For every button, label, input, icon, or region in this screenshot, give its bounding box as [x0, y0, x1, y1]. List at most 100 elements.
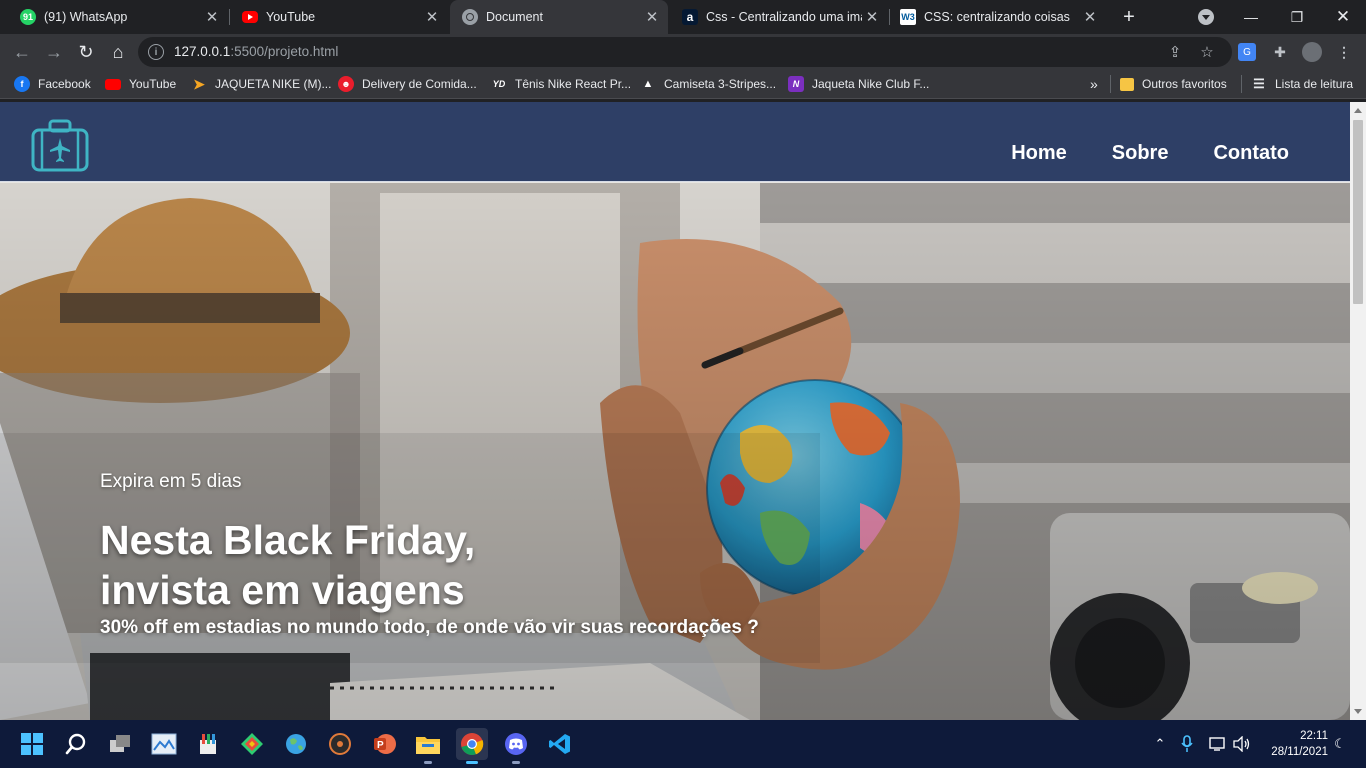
search-icon[interactable] [60, 728, 92, 760]
chrome-icon[interactable] [456, 728, 488, 764]
hero-banner: Expira em 5 dias Nesta Black Friday, inv… [0, 183, 1350, 720]
photos-icon[interactable] [148, 728, 180, 760]
bookmark-divider [1110, 75, 1111, 93]
scroll-up-arrow-icon[interactable] [1354, 108, 1362, 113]
bookmark-youtube[interactable]: YouTube [105, 75, 176, 93]
close-icon[interactable]: ✕ [202, 7, 222, 27]
clock-time: 22:11 [1300, 730, 1328, 742]
suitcase-plane-icon[interactable] [30, 118, 90, 172]
extensions-puzzle-icon[interactable]: ✚ [1270, 42, 1290, 62]
bookmark-camiseta[interactable]: ▲ Camiseta 3-Stripes... [640, 75, 777, 93]
w3c-icon: W3 [900, 9, 916, 25]
close-icon[interactable]: ✕ [1080, 7, 1100, 27]
microphone-icon[interactable] [1177, 734, 1197, 754]
menu-kebab-icon[interactable]: ⋮ [1334, 42, 1354, 62]
bookmark-jaqueta-club[interactable]: N Jaqueta Nike Club F... [788, 75, 929, 93]
close-icon[interactable]: ✕ [422, 7, 442, 27]
maximize-button[interactable]: ❐ [1274, 0, 1320, 34]
folder-icon [1120, 77, 1134, 91]
site-info-icon[interactable]: i [148, 44, 164, 60]
tab-strip: 91 (91) WhatsApp ✕ YouTube ✕ Document ✕ … [0, 0, 1366, 34]
tab-title: YouTube [266, 10, 316, 24]
nav-contato-link[interactable]: Contato [1213, 142, 1289, 165]
bookmark-label: Tênis Nike React Pr... [515, 77, 632, 91]
file-explorer-icon[interactable] [412, 728, 444, 764]
volume-icon[interactable] [1232, 734, 1252, 754]
forward-arrow-icon[interactable]: → [42, 40, 66, 64]
reload-icon[interactable]: ↻ [74, 40, 98, 64]
close-icon[interactable]: ✕ [862, 7, 882, 27]
back-arrow-icon[interactable]: ← [10, 40, 34, 64]
bookmark-label: Facebook [38, 77, 91, 91]
bookmark-tenis[interactable]: YD Tênis Nike React Pr... [491, 75, 631, 93]
bookmark-jaqueta[interactable]: ➤ JAQUETA NIKE (M)... [191, 75, 331, 93]
vscode-icon[interactable] [544, 728, 576, 760]
bookmarks-overflow-button[interactable]: » [1090, 75, 1098, 93]
nav-home-link[interactable]: Home [1011, 142, 1067, 165]
hero-kicker: Expira em 5 dias [100, 471, 242, 492]
site-header: Home Sobre Contato [0, 102, 1350, 182]
bookmark-label: YouTube [129, 77, 177, 91]
window-close-button[interactable]: ✕ [1320, 0, 1366, 34]
tab-alura[interactable]: a Css - Centralizando uma imag ✕ [670, 0, 888, 34]
browser-toolbar: ← → ↻ ⌂ i 127.0.0.1:5500/projeto.html ⇪ … [0, 34, 1366, 70]
bookmark-label: Outros favoritos [1142, 77, 1227, 91]
tab-youtube[interactable]: YouTube ✕ [230, 0, 448, 34]
youtube-icon [105, 78, 121, 90]
google-translate-icon[interactable]: G [1238, 43, 1256, 61]
tab-document[interactable]: Document ✕ [450, 0, 668, 34]
bookmark-label: Lista de leitura [1275, 77, 1354, 91]
profile-avatar[interactable] [1302, 42, 1322, 62]
bookmark-facebook[interactable]: f Facebook [14, 75, 91, 93]
globe-icon [462, 9, 478, 25]
hero-photo [0, 183, 1350, 720]
close-icon[interactable]: ✕ [642, 7, 662, 27]
bookmark-other-favorites[interactable]: Outros favoritos [1120, 75, 1227, 93]
start-icon[interactable] [16, 728, 48, 760]
tray-overflow-chevron-icon[interactable]: ⌃ [1150, 734, 1170, 754]
url-text[interactable]: 127.0.0.1:5500/projeto.html [174, 44, 338, 59]
hero-headline-line1: Nesta Black Friday, [100, 517, 476, 563]
alura-icon: a [682, 9, 698, 25]
share-icon[interactable]: ⇪ [1166, 43, 1184, 61]
tab-w3c[interactable]: W3 CSS: centralizando coisas ✕ [888, 0, 1106, 34]
powerpoint-icon[interactable]: P [368, 728, 400, 760]
bookmark-delivery[interactable]: ☻ Delivery de Comida... [338, 75, 477, 93]
discord-icon[interactable] [500, 728, 532, 764]
bookmark-star-icon[interactable]: ☆ [1198, 43, 1216, 61]
bookmark-label: JAQUETA NIKE (M)... [215, 77, 332, 91]
home-icon[interactable]: ⌂ [106, 40, 130, 64]
bookmarks-bar: f Facebook YouTube ➤ JAQUETA NIKE (M)...… [0, 70, 1366, 99]
adidas-icon: ▲ [642, 78, 654, 90]
hero-headline-line2: invista em viagens [100, 567, 465, 613]
tab-title: Css - Centralizando uma imag [706, 10, 862, 24]
tab-search-icon[interactable] [1198, 9, 1214, 25]
nav-sobre-link[interactable]: Sobre [1112, 142, 1169, 165]
hero-headline: Nesta Black Friday, invista em viagens [100, 515, 600, 615]
svg-text:P: P [377, 740, 384, 751]
tab-title: (91) WhatsApp [44, 10, 128, 24]
bookmark-label: Camiseta 3-Stripes... [664, 77, 777, 91]
system-clock[interactable]: 22:11 28/11/2021 [1262, 728, 1328, 760]
bookmark-label: Jaqueta Nike Club F... [812, 77, 930, 91]
address-bar[interactable]: i 127.0.0.1:5500/projeto.html ⇪ ☆ [138, 37, 1232, 67]
site-nav: Home Sobre Contato [1011, 102, 1350, 182]
scroll-down-arrow-icon[interactable] [1354, 709, 1362, 714]
tab-whatsapp[interactable]: 91 (91) WhatsApp ✕ [8, 0, 228, 34]
youtube-icon [242, 11, 258, 23]
scroll-thumb[interactable] [1353, 120, 1363, 304]
globe-app-icon[interactable] [280, 728, 312, 760]
network-display-icon[interactable] [1208, 734, 1228, 754]
paint-icon[interactable] [192, 728, 224, 760]
minimize-button[interactable]: — [1228, 0, 1274, 34]
task-view-icon[interactable] [104, 728, 136, 760]
page-scrollbar[interactable] [1350, 102, 1366, 720]
ifood-icon: ☻ [338, 76, 354, 92]
git-icon[interactable] [236, 728, 268, 760]
windows-taskbar: P ⌃ 22:11 28/11/2021 ☾ [0, 720, 1366, 768]
new-tab-button[interactable]: + [1116, 4, 1142, 30]
focus-moon-icon[interactable]: ☾ [1330, 734, 1350, 754]
bookmark-reading-list[interactable]: ☰ Lista de leitura [1251, 75, 1353, 93]
bookmark-label: Delivery de Comida... [362, 77, 477, 91]
media-player-icon[interactable] [324, 728, 356, 760]
